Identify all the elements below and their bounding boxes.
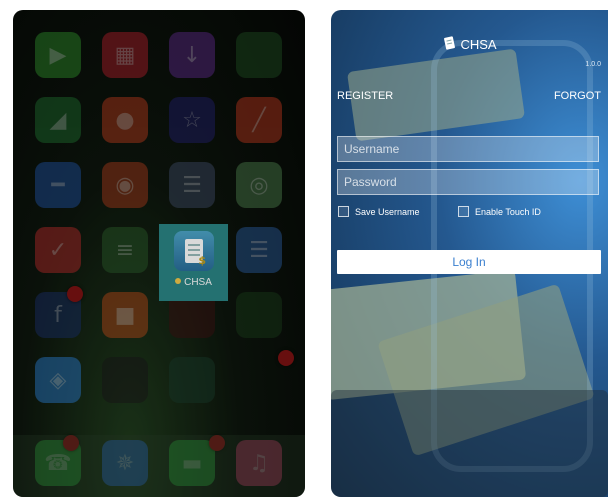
chat-bubble-icon: ●: [115, 107, 135, 133]
username-input[interactable]: [337, 136, 599, 162]
equalizer-icon: ≡: [115, 237, 135, 263]
chsa-app-label: CHSA: [159, 277, 228, 288]
app-icon-grid[interactable]: ▦: [102, 32, 148, 78]
star-icon: ☆: [182, 107, 202, 133]
register-link[interactable]: REGISTER: [337, 90, 393, 102]
app-header: CHSA: [331, 36, 608, 52]
forgot-link[interactable]: FORGOT: [554, 90, 601, 102]
login-screen: CHSA 1.0.0 REGISTER FORGOT Save Username…: [331, 10, 608, 497]
app-icon-blank[interactable]: [169, 357, 215, 403]
download-arrow-icon: ↓: [182, 42, 202, 68]
app-icon-camera-shape[interactable]: ◉: [102, 162, 148, 208]
home-screen: ▶▦↓◢●☆╱━◉☰◎✓≡☰f■◈☎✵▬♫ CHSA: [13, 10, 305, 497]
app-icon-blank[interactable]: [102, 357, 148, 403]
app-icon-blank[interactable]: [236, 32, 282, 78]
chsa-app-label-text: CHSA: [184, 277, 212, 288]
food-icon: ■: [114, 302, 136, 328]
app-icon-chart-shape[interactable]: ◢: [35, 97, 81, 143]
app-icon-chat-bubble[interactable]: ●: [102, 97, 148, 143]
app-icon-cards[interactable]: ☰: [169, 162, 215, 208]
app-icon-diagonal-stroke[interactable]: ╱: [236, 97, 282, 143]
save-username-checkbox[interactable]: [338, 206, 349, 217]
maps-icon: ◎: [249, 172, 269, 198]
app-icon-blank[interactable]: [236, 292, 282, 338]
touch-id-option[interactable]: Enable Touch ID: [458, 206, 541, 217]
save-username-option[interactable]: Save Username: [338, 206, 420, 217]
notification-badge: [278, 350, 294, 366]
video-camera-icon: ▶: [49, 42, 67, 68]
app-icon-dash[interactable]: ━: [35, 162, 81, 208]
app-icon-video-camera[interactable]: ▶: [35, 32, 81, 78]
new-app-dot: [175, 278, 182, 284]
notes-icon: ☰: [249, 237, 269, 263]
cards-icon: ☰: [182, 172, 202, 198]
app-icon-check-shape[interactable]: ✓: [35, 227, 81, 273]
camera-shape-icon: ◉: [115, 172, 135, 198]
diagonal-stroke-icon: ╱: [252, 107, 266, 133]
blank-icon: [102, 357, 148, 403]
touch-id-checkbox[interactable]: [458, 206, 469, 217]
password-input[interactable]: [337, 169, 599, 195]
chsa-app-highlight[interactable]: CHSA: [159, 224, 228, 301]
notification-badge: [67, 286, 83, 302]
chart-shape-icon: ◢: [49, 107, 67, 133]
save-username-label: Save Username: [355, 206, 420, 217]
app-icon-equalizer[interactable]: ≡: [102, 227, 148, 273]
app-icon-food[interactable]: ■: [102, 292, 148, 338]
app-icon-notes[interactable]: ☰: [236, 227, 282, 273]
chsa-app-icon[interactable]: [174, 231, 214, 271]
chsa-logo-icon: [442, 36, 456, 52]
dock: [13, 435, 305, 497]
grid-icon: ▦: [114, 42, 136, 68]
messenger-icon: ◈: [49, 367, 67, 393]
app-icon-maps[interactable]: ◎: [236, 162, 282, 208]
version-label: 1.0.0: [585, 61, 601, 68]
app-title: CHSA: [460, 36, 497, 52]
check-shape-icon: ✓: [48, 237, 68, 263]
blank-icon: [169, 357, 215, 403]
app-icon-messenger[interactable]: ◈: [35, 357, 81, 403]
app-icon-star[interactable]: ☆: [169, 97, 215, 143]
blank-icon: [236, 292, 282, 338]
touch-id-label: Enable Touch ID: [475, 206, 541, 217]
dash-icon: ━: [51, 172, 65, 198]
app-icon-download-arrow[interactable]: ↓: [169, 32, 215, 78]
document-dollar-icon: [185, 239, 206, 267]
blank-icon: [236, 32, 282, 78]
login-button[interactable]: Log In: [337, 250, 601, 274]
